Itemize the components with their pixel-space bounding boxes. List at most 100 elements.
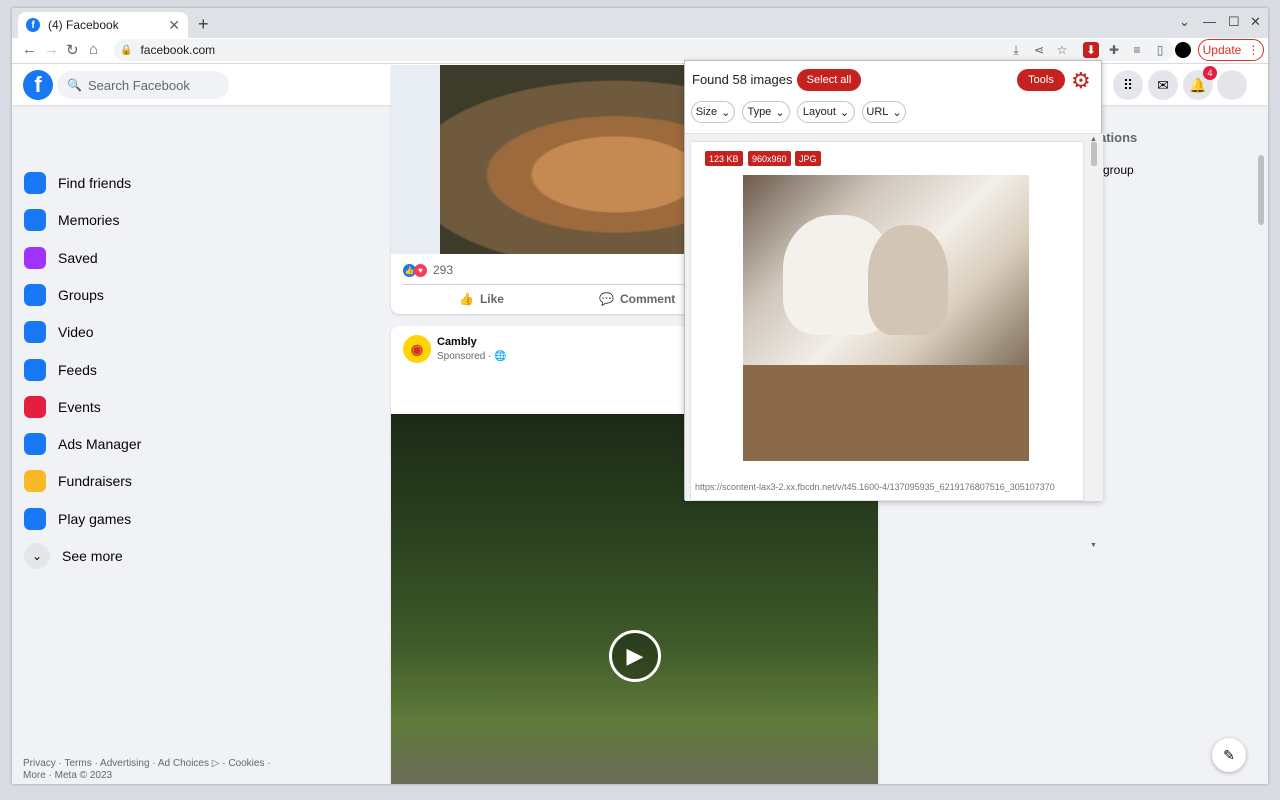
- filter-layout[interactable]: Layout ⌄: [797, 101, 855, 123]
- sidebar-item-see-more[interactable]: ⌄ See more: [24, 541, 123, 571]
- scroll-down-arrow-icon[interactable]: ▼: [1090, 542, 1097, 549]
- close-window-button[interactable]: ✕: [1250, 14, 1261, 30]
- chevron-down-icon: ⌄: [775, 106, 785, 119]
- maximize-button[interactable]: ☐: [1228, 14, 1240, 30]
- chevron-down-icon: ⌄: [892, 106, 902, 119]
- feeds-icon: [24, 358, 46, 381]
- sidebar-item-label: Play games: [58, 510, 132, 527]
- url-text: facebook.com: [140, 43, 216, 57]
- sidebar-item-saved[interactable]: Saved: [24, 243, 98, 273]
- right-column-heading: ations: [1099, 130, 1138, 145]
- reload-icon[interactable]: ↻: [66, 41, 79, 59]
- comment-label: Comment: [619, 292, 676, 306]
- bookmark-star-icon[interactable]: ☆: [1054, 42, 1070, 58]
- filter-label: URL: [866, 106, 889, 118]
- post-author[interactable]: Cambly: [437, 336, 477, 348]
- image-results: 123 KB 960x960 JPG https://scontent-lax3…: [685, 133, 1103, 549]
- extensions-puzzle-icon[interactable]: ✚: [1106, 42, 1122, 58]
- sidebar-item-fundraisers[interactable]: Fundraisers: [24, 466, 132, 496]
- photo-background: [391, 65, 440, 254]
- kebab-menu-icon: ⋮: [1247, 43, 1260, 57]
- sidebar-item-video[interactable]: Video: [24, 317, 94, 347]
- comment-icon: 💬: [599, 292, 614, 306]
- image-url[interactable]: https://scontent-lax3-2.xx.fbcdn.net/v/t…: [695, 482, 1079, 492]
- video-icon: [24, 321, 46, 344]
- sidebar-item-play-games[interactable]: Play games: [24, 504, 131, 534]
- sidebar-item-label: See more: [62, 548, 123, 564]
- tab-facebook[interactable]: f (4) Facebook ✕: [18, 12, 188, 38]
- search-input[interactable]: 🔍 Search Facebook: [57, 71, 229, 99]
- filter-label: Layout: [802, 106, 836, 118]
- play-icon[interactable]: ▶: [609, 630, 661, 682]
- image-downloader-popup: Found 58 images Select all Tools ⚙ Size ⌄…: [684, 60, 1103, 549]
- chevron-down-icon: ⌄: [721, 106, 731, 119]
- left-sidebar: Find friends Memories Saved Groups Video Feed…: [12, 105, 382, 784]
- select-all-button[interactable]: Select all: [797, 69, 861, 91]
- sidebar-item-label: Saved: [58, 249, 98, 266]
- home-icon[interactable]: ⌂: [89, 41, 98, 58]
- search-icon: 🔍: [67, 78, 82, 92]
- install-icon[interactable]: ⤓: [1008, 42, 1024, 58]
- filter-label: Type: [747, 106, 772, 118]
- image-preview[interactable]: [743, 175, 1029, 461]
- reaction-count: 293: [433, 263, 454, 277]
- tools-button[interactable]: Tools: [1017, 69, 1065, 91]
- sidebar-item-label: Ads Manager: [58, 436, 142, 453]
- sidebar-item-memories[interactable]: Memories: [24, 205, 119, 235]
- tab-strip: f (4) Facebook ✕ + ⌄ — ☐ ✕: [12, 8, 1268, 38]
- sidebar-item-label: Feeds: [58, 361, 97, 378]
- browser-window: f (4) Facebook ✕ + ⌄ — ☐ ✕ ← → ↻ ⌂ 🔒 fac…: [12, 8, 1268, 784]
- forward-arrow-icon[interactable]: →: [44, 41, 59, 58]
- size-tag: 123 KB: [705, 151, 743, 166]
- right-column-item[interactable]: group: [1103, 163, 1134, 177]
- see-more-icon: ⌄: [24, 543, 50, 569]
- new-tab-button[interactable]: +: [198, 14, 209, 35]
- filter-type[interactable]: Type ⌄: [742, 101, 790, 123]
- menu-grid-icon[interactable]: ⠿: [1113, 70, 1143, 100]
- sidebar-item-events[interactable]: Events: [24, 392, 101, 422]
- gear-icon[interactable]: ⚙: [1071, 68, 1091, 94]
- filter-size[interactable]: Size ⌄: [691, 101, 735, 123]
- media-queue-icon[interactable]: ≡: [1129, 42, 1145, 58]
- cambly-avatar[interactable]: ◉: [403, 335, 431, 363]
- popup-scrollbar[interactable]: [1091, 142, 1097, 166]
- sidebar-item-find-friends[interactable]: Find friends: [24, 168, 131, 198]
- update-button[interactable]: Update ⋮: [1198, 39, 1264, 61]
- back-arrow-icon[interactable]: ←: [22, 41, 37, 58]
- sidebar-item-label: Fundraisers: [58, 473, 132, 490]
- notification-badge: 4: [1203, 66, 1217, 80]
- lock-icon: 🔒: [120, 44, 133, 56]
- facebook-logo-icon[interactable]: f: [23, 70, 53, 100]
- like-label: Like: [479, 292, 504, 306]
- sidebar-item-groups[interactable]: Groups: [24, 280, 104, 310]
- sidebar-item-label: Memories: [58, 212, 120, 229]
- image-card[interactable]: 123 KB 960x960 JPG https://scontent-lax3…: [691, 142, 1083, 500]
- new-message-icon[interactable]: ✎: [1212, 738, 1246, 772]
- reaction-summary[interactable]: 👍 ♥ 293: [403, 263, 453, 277]
- comment-button[interactable]: 💬 Comment: [599, 292, 675, 306]
- sidebar-item-label: Find friends: [58, 175, 132, 191]
- filter-url[interactable]: URL ⌄: [862, 101, 906, 123]
- page-scrollbar[interactable]: [1258, 155, 1264, 225]
- profile-avatar[interactable]: [1175, 42, 1191, 58]
- minimize-button[interactable]: —: [1203, 14, 1216, 29]
- search-placeholder: Search Facebook: [87, 77, 190, 93]
- chevron-down-icon: ⌄: [839, 106, 850, 119]
- sidebar-item-ads-manager[interactable]: Ads Manager: [24, 429, 141, 459]
- page-footer: Privacy · Terms · Advertising · Ad Choic…: [23, 758, 271, 781]
- tab-search-icon[interactable]: ⌄: [1179, 14, 1190, 30]
- image-downloader-extension-icon[interactable]: ⬇: [1083, 42, 1099, 58]
- events-icon: [24, 395, 46, 418]
- share-icon[interactable]: ⋖: [1031, 42, 1047, 58]
- messenger-icon[interactable]: ✉: [1148, 70, 1178, 100]
- found-images-count: Found 58 images: [692, 72, 793, 87]
- tab-close-icon[interactable]: ✕: [168, 17, 180, 34]
- friends-icon: [24, 172, 46, 194]
- account-avatar[interactable]: [1217, 70, 1247, 100]
- memories-icon: [24, 209, 46, 232]
- sidebar-item-label: Events: [58, 398, 101, 415]
- sidebar-item-feeds[interactable]: Feeds: [24, 355, 97, 385]
- side-panel-icon[interactable]: ▯: [1152, 42, 1168, 58]
- like-button[interactable]: 👍 Like: [459, 292, 504, 306]
- preview-table: [743, 365, 1029, 461]
